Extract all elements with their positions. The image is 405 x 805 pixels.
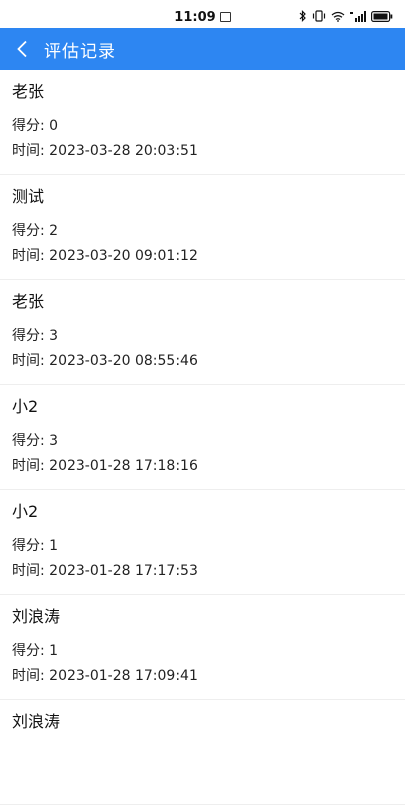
record-list[interactable]: 老张 得分: 0 时间: 2023-03-28 20:03:51 测试 得分: … (0, 70, 405, 805)
score-label: 得分: (12, 328, 45, 344)
time-label: 时间: (12, 353, 45, 369)
score-label: 得分: (12, 118, 45, 134)
record-time: 时间: 2023-01-28 17:18:16 (12, 455, 198, 475)
record-name: 老张 (12, 292, 45, 311)
list-item[interactable]: 小2 得分: 1 时间: 2023-01-28 17:17:53 (0, 490, 405, 595)
list-item[interactable]: 刘浪涛 得分: 1 时间: 2023-01-28 17:09:41 (0, 595, 405, 700)
signal-icon (350, 10, 366, 22)
time-value: 2023-03-20 08:55:46 (49, 353, 198, 369)
score-value: 1 (49, 643, 59, 659)
record-name: 刘浪涛 (12, 712, 61, 731)
score-label: 得分: (12, 643, 45, 659)
record-time: 时间: 2023-03-20 08:55:46 (12, 350, 198, 370)
record-score: 得分: 3 (12, 430, 58, 450)
time-label: 时间: (12, 248, 45, 264)
list-item[interactable]: 测试 得分: 2 时间: 2023-03-20 09:01:12 (0, 175, 405, 280)
record-name: 小2 (12, 502, 39, 521)
score-value: 3 (49, 328, 59, 344)
app-bar: 评估记录 (0, 28, 405, 70)
time-value: 2023-03-28 20:03:51 (49, 143, 198, 159)
notification-icon (219, 12, 231, 22)
record-score: 得分: 1 (12, 535, 58, 555)
battery-icon (371, 10, 393, 22)
time-value: 2023-01-28 17:18:16 (49, 458, 198, 474)
status-icons (299, 10, 393, 22)
time-value: 2023-01-28 17:09:41 (49, 668, 198, 684)
list-item[interactable]: 老张 得分: 3 时间: 2023-03-20 08:55:46 (0, 280, 405, 385)
list-item[interactable]: 老张 得分: 0 时间: 2023-03-28 20:03:51 (0, 70, 405, 175)
time-label: 时间: (12, 458, 45, 474)
time-label: 时间: (12, 668, 45, 684)
wifi-icon (331, 11, 345, 22)
score-value: 2 (49, 223, 59, 239)
page-title: 评估记录 (44, 41, 116, 62)
time-label: 时间: (12, 563, 45, 579)
record-time: 时间: 2023-01-28 17:09:41 (12, 665, 198, 685)
record-score: 得分: 2 (12, 220, 58, 240)
score-value: 0 (49, 118, 59, 134)
score-label: 得分: (12, 433, 45, 449)
time-value: 2023-01-28 17:17:53 (49, 563, 198, 579)
time-label: 时间: (12, 143, 45, 159)
vibrate-icon (312, 10, 326, 22)
record-time: 时间: 2023-03-28 20:03:51 (12, 140, 198, 160)
score-label: 得分: (12, 538, 45, 554)
list-item[interactable]: 小2 得分: 3 时间: 2023-01-28 17:18:16 (0, 385, 405, 490)
list-item[interactable]: 刘浪涛 (0, 700, 405, 805)
time-value: 2023-03-20 09:01:12 (49, 248, 198, 264)
chevron-left-icon (17, 40, 27, 58)
bluetooth-icon (299, 10, 306, 22)
record-time: 时间: 2023-01-28 17:17:53 (12, 560, 198, 580)
record-score: 得分: 3 (12, 325, 58, 345)
status-time-text: 11:09 (174, 10, 216, 25)
record-name: 刘浪涛 (12, 607, 61, 626)
score-label: 得分: (12, 223, 45, 239)
record-name: 小2 (12, 397, 39, 416)
record-score: 得分: 0 (12, 115, 58, 135)
record-score: 得分: 1 (12, 640, 58, 660)
record-time: 时间: 2023-03-20 09:01:12 (12, 245, 198, 265)
record-name: 老张 (12, 82, 45, 101)
back-button[interactable] (0, 28, 44, 70)
record-name: 测试 (12, 187, 45, 206)
score-value: 3 (49, 433, 59, 449)
score-value: 1 (49, 538, 59, 554)
